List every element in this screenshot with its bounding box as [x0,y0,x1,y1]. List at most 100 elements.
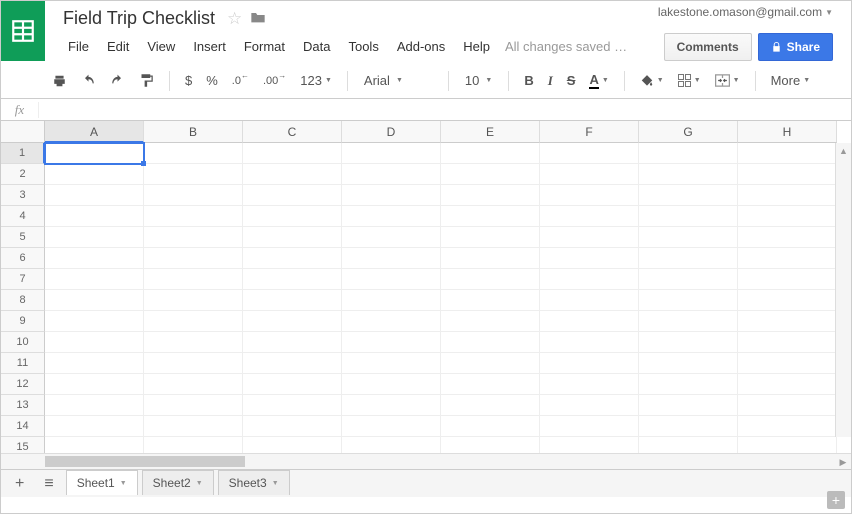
cell[interactable] [639,374,738,395]
cell[interactable] [639,416,738,437]
cell[interactable] [243,374,342,395]
strikethrough-button[interactable]: S [562,69,581,92]
menu-view[interactable]: View [138,36,184,57]
cell[interactable] [45,206,144,227]
cell[interactable] [45,269,144,290]
font-size-combo[interactable]: 10▼ [459,71,498,90]
cell[interactable] [540,185,639,206]
increase-decimal-button[interactable]: .00→ [258,71,291,91]
cell[interactable] [738,374,837,395]
borders-button[interactable]: ▼ [673,70,706,91]
format-percent-button[interactable]: % [201,69,223,92]
cell[interactable] [45,353,144,374]
cell[interactable] [144,248,243,269]
cell[interactable] [540,374,639,395]
row-header[interactable]: 12 [1,374,45,395]
menu-format[interactable]: Format [235,36,294,57]
cell[interactable] [540,395,639,416]
cell[interactable] [243,353,342,374]
cell[interactable] [441,185,540,206]
row-header[interactable]: 3 [1,185,45,206]
cell[interactable] [441,374,540,395]
cell[interactable] [738,269,837,290]
cell[interactable] [45,416,144,437]
format-currency-button[interactable]: $ [180,69,197,92]
cell[interactable] [540,143,639,164]
menu-edit[interactable]: Edit [98,36,138,57]
italic-button[interactable]: I [543,69,558,93]
cell[interactable] [738,416,837,437]
cell[interactable] [342,395,441,416]
cell[interactable] [738,437,837,453]
row-header[interactable]: 11 [1,353,45,374]
cell[interactable] [45,290,144,311]
column-header[interactable]: E [441,121,540,143]
column-header[interactable]: D [342,121,441,143]
menu-tools[interactable]: Tools [339,36,387,57]
row-header[interactable]: 14 [1,416,45,437]
cell[interactable] [243,185,342,206]
cell[interactable] [540,311,639,332]
sheet-tab[interactable]: Sheet1▼ [66,470,138,495]
scroll-up-icon[interactable]: ▲ [836,143,851,159]
share-button[interactable]: Share [758,33,833,61]
cell[interactable] [45,311,144,332]
merge-cells-button[interactable]: ▼ [710,70,745,91]
cell[interactable] [540,164,639,185]
cell[interactable] [738,164,837,185]
horizontal-scrollbar[interactable]: ▶ [45,454,835,469]
cell[interactable] [243,290,342,311]
cell[interactable] [540,290,639,311]
sheet-tab[interactable]: Sheet2▼ [142,470,214,495]
cell[interactable] [639,269,738,290]
font-family-combo[interactable]: Arial▼ [358,71,438,90]
cell[interactable] [45,437,144,453]
cell[interactable] [540,416,639,437]
cell[interactable] [243,437,342,453]
vertical-scrollbar[interactable]: ▲ [835,143,851,437]
more-tools-button[interactable]: More▼ [766,69,816,92]
undo-button[interactable] [76,70,101,92]
cell[interactable] [243,206,342,227]
cell[interactable] [738,290,837,311]
cell[interactable] [144,374,243,395]
cell[interactable] [738,143,837,164]
cell[interactable] [342,416,441,437]
cell[interactable] [144,353,243,374]
column-header[interactable]: H [738,121,837,143]
row-header[interactable]: 9 [1,311,45,332]
cell[interactable] [45,227,144,248]
cell[interactable] [441,227,540,248]
cell[interactable] [45,332,144,353]
cell[interactable] [243,143,342,164]
cell[interactable] [144,227,243,248]
cell[interactable] [243,311,342,332]
cell[interactable] [243,416,342,437]
chevron-down-icon[interactable]: ▼ [196,480,203,487]
cell[interactable] [441,437,540,453]
row-header[interactable]: 4 [1,206,45,227]
cell[interactable] [738,248,837,269]
cell[interactable] [144,395,243,416]
cell[interactable] [45,185,144,206]
star-icon[interactable]: ☆ [227,9,242,29]
cell[interactable] [540,248,639,269]
scroll-right-icon[interactable]: ▶ [835,454,851,470]
cell[interactable] [342,269,441,290]
cell[interactable] [441,353,540,374]
more-formats-button[interactable]: 123▼ [295,69,337,92]
select-all-corner[interactable] [1,121,45,143]
cell[interactable] [540,206,639,227]
cell[interactable] [441,143,540,164]
paint-format-button[interactable] [134,69,159,92]
cell[interactable] [45,248,144,269]
cell[interactable] [45,143,144,164]
cell[interactable] [738,227,837,248]
scroll-thumb[interactable] [45,456,245,467]
cell[interactable] [441,395,540,416]
cell[interactable] [342,353,441,374]
menu-file[interactable]: File [59,36,98,57]
row-header[interactable]: 5 [1,227,45,248]
menu-data[interactable]: Data [294,36,339,57]
column-header[interactable]: F [540,121,639,143]
